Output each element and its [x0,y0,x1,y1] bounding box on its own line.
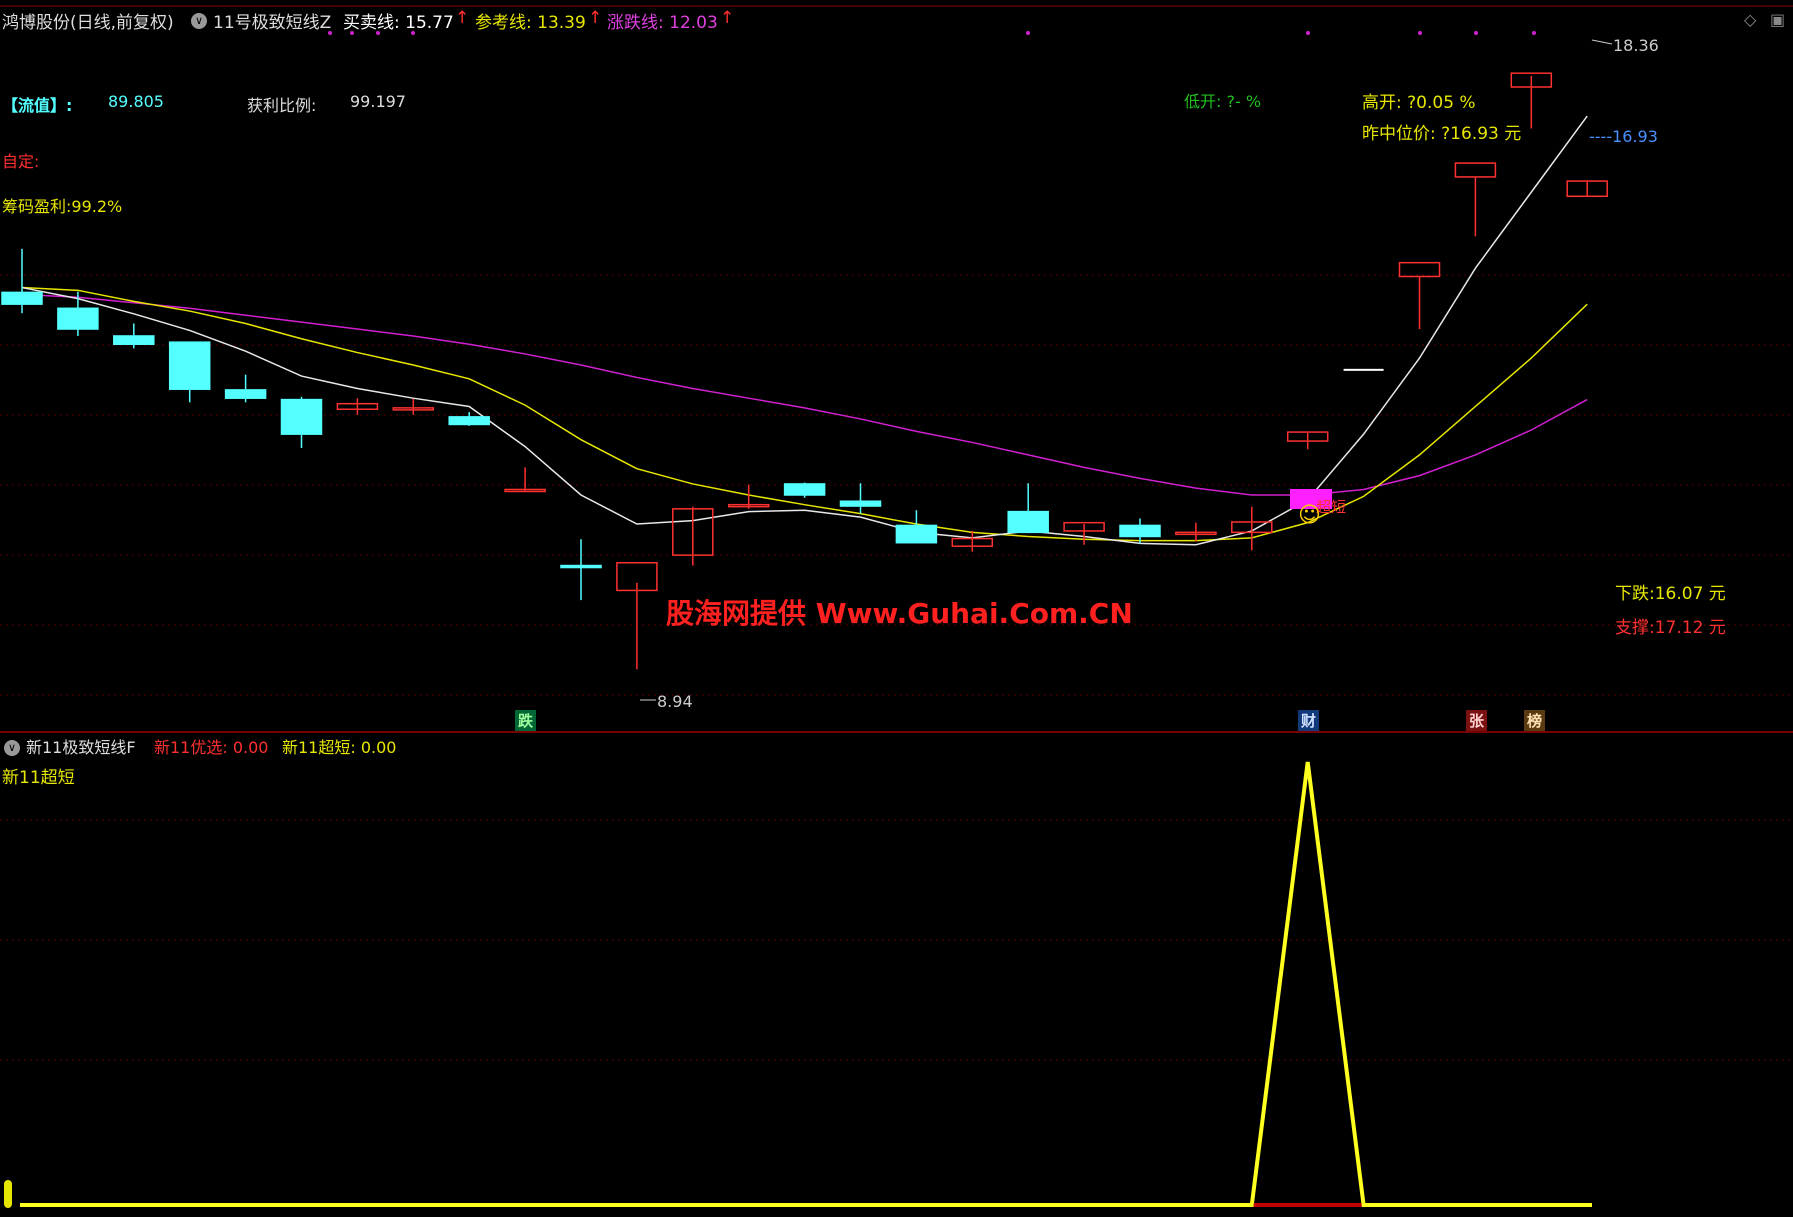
signal-dot [1418,31,1422,35]
drop-price: 下跌:16.07 元 [1615,584,1726,604]
smiley-icon: ☺ [1298,503,1321,528]
indicator-name: 11号极致短线Z [213,13,332,33]
candle-body [783,483,826,496]
low-open: 低开: ?- % [1184,92,1262,111]
candle-body [1343,368,1384,371]
ref-line-value: 参考线: 13.39 [475,13,586,33]
signal-dot [1474,31,1478,35]
candle-body [1007,510,1049,534]
ziding-label: 自定: [2,152,40,171]
candle-body [560,564,602,569]
candle-body [113,335,155,346]
up-arrow-icon: ↑ [588,8,603,28]
sub-legend: 新11超短 [2,768,75,788]
signal-dot [1026,31,1030,35]
prev-mid-price: 昨中位价: ?16.93 元 [1362,124,1522,144]
updown-line-value: 涨跌线: 12.03 [607,13,718,33]
mid-price-label: ----16.93 [1589,127,1658,146]
candle-body [224,389,267,399]
marker-zhang: 张 [1466,710,1488,731]
diamond-icon[interactable]: ◇ [1744,10,1756,29]
marker-cai: 财 [1298,710,1320,731]
candle-body [1454,162,1497,178]
profit-ratio-label: 获利比例: [247,96,317,115]
ma-yellow-line [21,286,1588,542]
high-pointer [1591,39,1613,45]
sub-scroll-handle [4,1180,12,1208]
liuzhi-value: 89.805 [108,92,164,111]
sub-toggle-icon[interactable]: ∨ [4,737,20,756]
indicator-toggle-icon[interactable]: ∨ [191,11,207,31]
profit-ratio-value: 99.197 [350,92,406,111]
candle-body [1,291,43,305]
high-price-label: 18.36 [1613,36,1659,55]
sub-series-line [20,761,1592,1207]
marker-die: 跌 [515,710,537,731]
watermark: 股海网提供 Www.Guhai.Com.CN [666,597,1133,630]
up-arrow-icon: ↑ [720,8,735,28]
candle-body [168,341,211,390]
sub-indicator-name: 新11极致短线F [26,738,136,757]
high-open: 高开: ?0.05 % [1362,93,1476,113]
window-icon[interactable]: ▣ [1770,10,1785,29]
marker-bang: 榜 [1524,710,1546,731]
signal-dot [1306,31,1310,35]
low-price-label: 8.94 [657,692,693,711]
support-price: 支撑:17.12 元 [1615,618,1726,638]
candle-body [895,524,938,544]
liuzhi-label: 【流值】: [2,96,73,115]
candle-body [57,307,99,330]
chip-profit: 筹码盈利:99.2% [2,197,123,216]
buy-sell-line-value: 买卖线: 15.77 [343,13,454,33]
signal-dot [1532,31,1536,35]
stock-title: 鸿博股份(日线,前复权) [2,13,174,33]
candle-body [448,416,490,426]
up-arrow-icon: ↑ [455,8,470,28]
sub-chaoduan-value: 新11超短: 0.00 [282,738,397,757]
ma-white-line [21,115,1588,546]
candle-body [1119,524,1161,538]
sub-youxuan-value: 新11优选: 0.00 [154,738,269,757]
candle-body [839,500,882,507]
candle-body [1398,261,1441,278]
candle-body [280,398,323,435]
